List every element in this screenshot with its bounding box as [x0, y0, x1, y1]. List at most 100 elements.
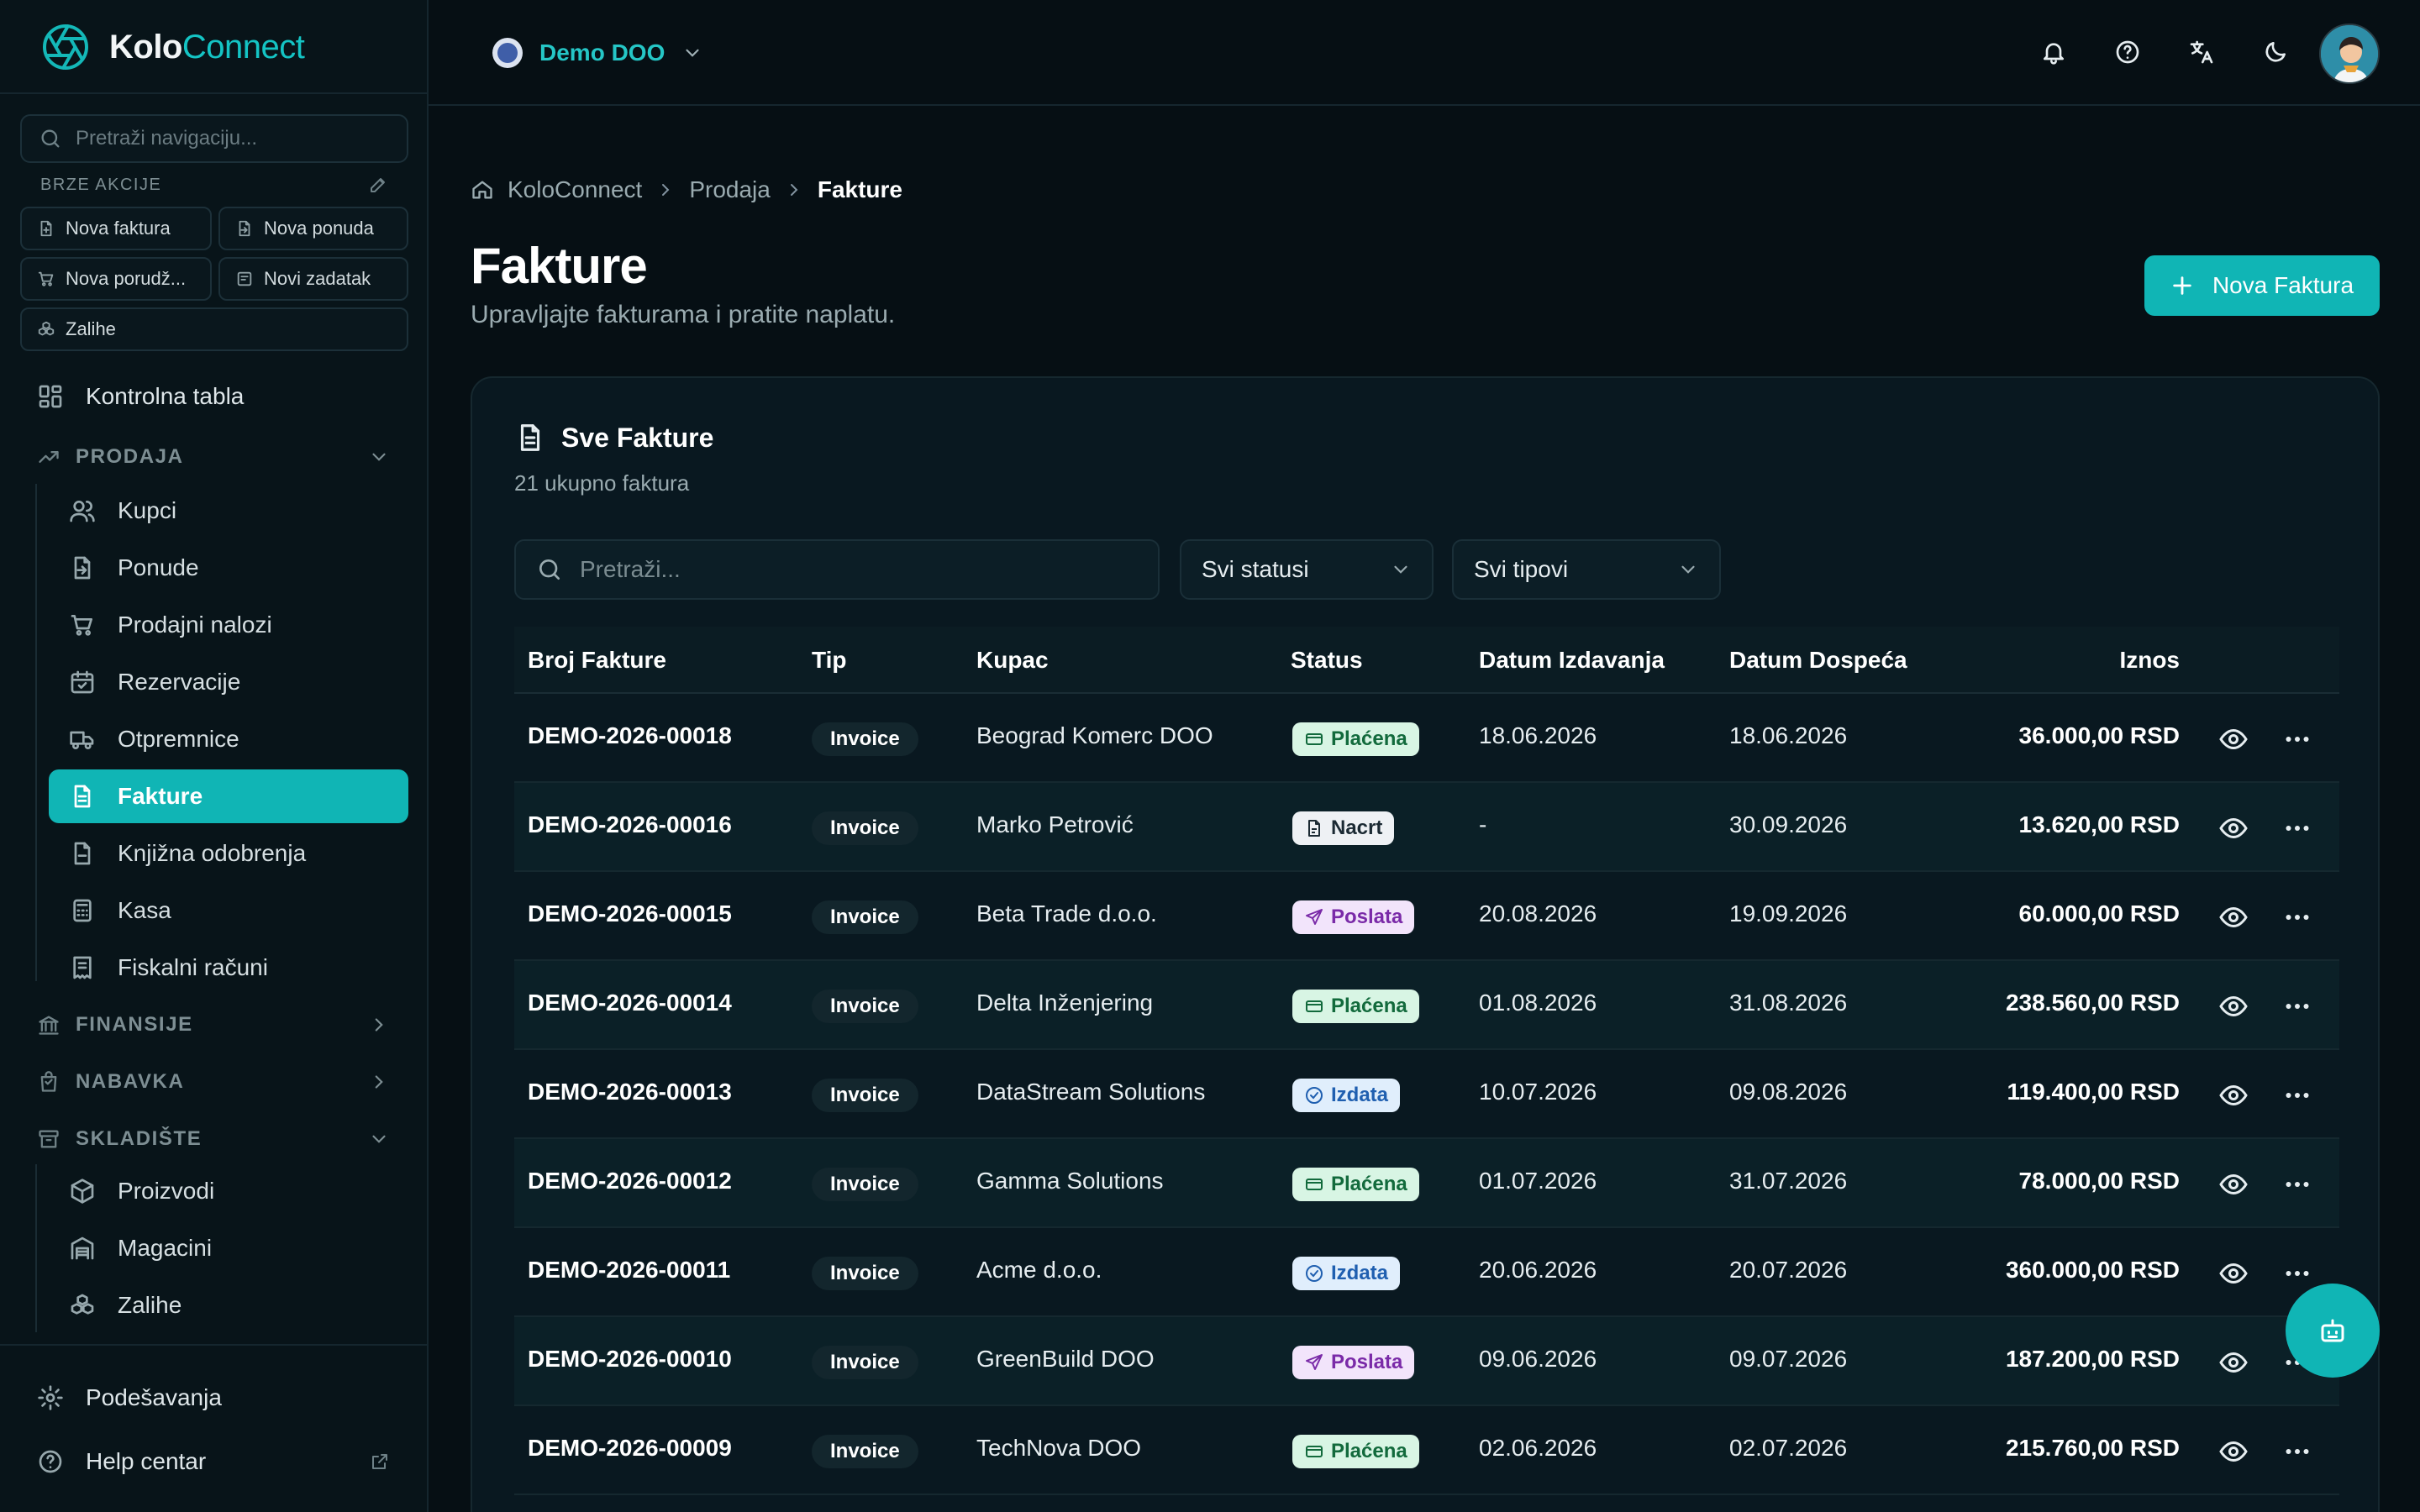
eye-icon[interactable] — [2218, 813, 2249, 843]
assistant-bot-button[interactable] — [2286, 1284, 2380, 1378]
invoice-number[interactable]: DEMO-2026-00016 — [528, 811, 732, 838]
invoice-amount: 360.000,00 RSD — [2005, 1257, 2180, 1283]
breadcrumb-home[interactable]: KoloConnect — [508, 176, 642, 203]
sidebar-item-otpremnice[interactable]: Otpremnice — [49, 712, 408, 766]
nav-section-skladiste[interactable]: SKLADIŠTE — [37, 1116, 390, 1163]
sidebar-item-kupci[interactable]: Kupci — [49, 484, 408, 538]
invoice-search-input[interactable] — [580, 556, 1151, 583]
invoice-number[interactable]: DEMO-2026-00009 — [528, 1435, 732, 1462]
column-header-issued[interactable]: Datum Izdavanja — [1479, 647, 1665, 674]
type-badge: Invoice — [812, 811, 918, 845]
column-header-customer[interactable]: Kupac — [976, 647, 1049, 674]
sidebar-item-proizvodi[interactable]: Proizvodi — [49, 1164, 408, 1218]
column-header-amount[interactable]: Iznos — [2119, 647, 2180, 674]
eye-icon[interactable] — [2218, 724, 2249, 754]
nav-search-input[interactable] — [76, 127, 395, 150]
nav-settings[interactable]: Podešavanja — [37, 1371, 222, 1425]
translate-icon[interactable] — [2183, 34, 2220, 71]
table-row[interactable]: DEMO-2026-00009 Invoice TechNova DOO Plaćen… — [514, 1406, 2339, 1495]
eye-icon[interactable] — [2218, 1080, 2249, 1110]
table-row[interactable]: DEMO-2026-00014 Invoice Delta Inženjering P… — [514, 961, 2339, 1050]
issue-date: 01.07.2026 — [1479, 1168, 1597, 1194]
sidebar-item-fiskalni-racuni[interactable]: Fiskalni računi — [49, 941, 408, 995]
home-icon[interactable] — [471, 178, 494, 202]
moon-icon[interactable] — [2257, 34, 2294, 71]
sidebar-item-kasa[interactable]: Kasa — [49, 884, 408, 937]
status-filter-select[interactable]: Svi statusi — [1180, 539, 1434, 600]
invoice-number[interactable]: DEMO-2026-00015 — [528, 900, 732, 927]
invoice-amount: 187.200,00 RSD — [2005, 1346, 2180, 1372]
sidebar-item-knjizna-odobrenja[interactable]: Knjižna odobrenja — [49, 827, 408, 880]
column-header-type[interactable]: Tip — [812, 647, 846, 674]
nav-section-nabavka[interactable]: NABAVKA — [37, 1058, 390, 1105]
invoice-number[interactable]: DEMO-2026-00011 — [528, 1257, 730, 1284]
column-header-number[interactable]: Broj Fakture — [528, 647, 666, 674]
help-circle-icon[interactable] — [2109, 34, 2146, 71]
status-badge: Izdata — [1292, 1257, 1401, 1290]
more-options-icon[interactable] — [2282, 1169, 2312, 1200]
table-row[interactable]: DEMO-2026-00013 Invoice DataStream Solutio… — [514, 1050, 2339, 1139]
nav-dashboard[interactable]: Kontrolna tabla — [37, 370, 244, 423]
nav-search[interactable] — [20, 114, 408, 163]
quick-action-new-quote[interactable]: Nova ponuda — [218, 207, 408, 250]
nav-help-center[interactable]: Help centar — [37, 1435, 390, 1488]
quick-action-new-invoice[interactable]: Nova faktura — [20, 207, 212, 250]
sidebar-item-rezervacije[interactable]: Rezervacije — [49, 655, 408, 709]
more-options-icon[interactable] — [2282, 902, 2312, 932]
company-switcher[interactable]: Demo DOO — [492, 34, 703, 72]
eye-icon[interactable] — [2218, 902, 2249, 932]
more-options-icon[interactable] — [2282, 1080, 2312, 1110]
more-options-icon[interactable] — [2282, 813, 2312, 843]
breadcrumb-section[interactable]: Prodaja — [689, 176, 771, 203]
brand-logo[interactable]: KoloConnect — [40, 20, 305, 74]
nav-section-finansije[interactable]: FINANSIJE — [37, 1001, 390, 1048]
sidebar-item-ponude[interactable]: Ponude — [49, 541, 408, 595]
chevron-down-icon — [368, 446, 390, 468]
bot-icon — [2317, 1315, 2348, 1346]
table-row[interactable]: DEMO-2026-00012 Invoice Gamma Solutions Pla… — [514, 1139, 2339, 1228]
more-options-icon[interactable] — [2282, 1436, 2312, 1467]
sidebar-item-fakture[interactable]: Fakture — [49, 769, 408, 823]
status-badge: Nacrt — [1292, 811, 1395, 845]
column-header-status[interactable]: Status — [1291, 647, 1363, 674]
table-row[interactable]: DEMO-2026-00015 Invoice Beta Trade d.o.o. P… — [514, 872, 2339, 961]
column-header-due[interactable]: Datum Dospeća — [1729, 647, 1907, 674]
bell-icon[interactable] — [2035, 34, 2072, 71]
more-options-icon[interactable] — [2282, 724, 2312, 754]
invoice-number[interactable]: DEMO-2026-00010 — [528, 1346, 732, 1373]
status-badge: Plaćena — [1292, 1168, 1419, 1201]
task-icon — [235, 270, 254, 288]
eye-icon[interactable] — [2218, 1258, 2249, 1289]
eye-icon[interactable] — [2218, 1347, 2249, 1378]
table-row[interactable]: DEMO-2026-00010 Invoice GreenBuild DOO Posl… — [514, 1317, 2339, 1406]
nav-section-prodaja[interactable]: PRODAJA — [37, 433, 390, 480]
table-row[interactable]: DEMO-2026-00016 Invoice Marko Petrović Nacr… — [514, 783, 2339, 872]
table-row[interactable]: DEMO-2026-00018 Invoice Beograd Komerc DOO… — [514, 694, 2339, 783]
quick-action-new-task[interactable]: Novi zadatak — [218, 257, 408, 301]
invoice-number[interactable]: DEMO-2026-00012 — [528, 1168, 732, 1194]
avatar[interactable] — [2319, 24, 2380, 84]
invoices-card: Sve Fakture 21 ukupno faktura Svi status… — [471, 376, 2380, 1512]
invoice-number[interactable]: DEMO-2026-00013 — [528, 1079, 732, 1105]
sidebar-item-zalihe[interactable]: Zalihe — [49, 1278, 408, 1332]
page-subtitle: Upravljajte fakturama i pratite naplatu. — [471, 301, 896, 328]
invoice-search[interactable] — [514, 539, 1160, 600]
eye-icon[interactable] — [2218, 1436, 2249, 1467]
page-title: Fakture — [471, 238, 648, 294]
sidebar-item-prodajni-nalozi[interactable]: Prodajni nalozi — [49, 598, 408, 652]
invoice-number[interactable]: DEMO-2026-00014 — [528, 990, 732, 1016]
table-row[interactable]: DEMO-2026-00011 Invoice Acme d.o.o. Izdata 2… — [514, 1228, 2339, 1317]
quick-action-new-order[interactable]: Nova porudž... — [20, 257, 212, 301]
receipt-icon — [69, 954, 96, 981]
more-options-icon[interactable] — [2282, 1258, 2312, 1289]
more-options-icon[interactable] — [2282, 991, 2312, 1021]
eye-icon[interactable] — [2218, 1169, 2249, 1200]
pencil-icon[interactable] — [368, 175, 388, 195]
new-invoice-button[interactable]: Nova Faktura — [2144, 255, 2380, 316]
type-filter-select[interactable]: Svi tipovi — [1452, 539, 1721, 600]
quick-action-inventory[interactable]: Zalihe — [20, 307, 408, 351]
eye-icon[interactable] — [2218, 991, 2249, 1021]
search-icon — [39, 127, 62, 150]
sidebar-item-magacini[interactable]: Magacini — [49, 1221, 408, 1275]
invoice-number[interactable]: DEMO-2026-00018 — [528, 722, 732, 749]
